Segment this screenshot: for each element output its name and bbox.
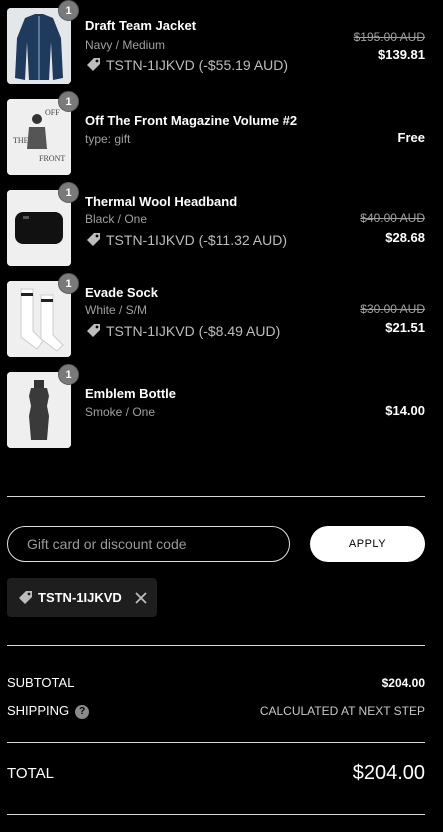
item-discount: TSTN-1IJKVD (-$55.19 AUD) [85,56,288,73]
product-image-sock [7,281,71,357]
total-value: $204.00 [352,762,425,784]
divider [7,645,425,646]
item-discount: TSTN-1IJKVD (-$8.49 AUD) [85,322,280,339]
tag-icon [17,589,34,606]
svg-text:FRONT: FRONT [39,154,65,163]
product-name: Draft Team Jacket [85,18,197,33]
product-variant: Navy / Medium [85,38,166,52]
product-image-headband [7,190,71,266]
item-price: Free [397,130,425,145]
help-icon[interactable]: ? [75,704,90,719]
svg-text:THE: THE [13,136,29,145]
total-label: TOTAL [7,765,54,782]
item-price: $139.81 [378,47,425,62]
item-price: $21.51 [385,320,425,335]
discount-code-input[interactable] [7,526,290,562]
product-image-magazine: OFF THE FRONT [7,99,71,175]
discount-label: TSTN-1IJKVD (-$55.19 AUD) [106,56,289,73]
product-name: Off The Front Magazine Volume #2 [85,113,298,128]
product-variant: Smoke / One [85,405,156,419]
product-name: Thermal Wool Headband [85,194,238,209]
product-variant: White / S/M [85,303,148,317]
discount-label: TSTN-1IJKVD (-$8.49 AUD) [106,322,281,339]
remove-discount-icon[interactable] [134,591,148,605]
apply-button[interactable]: APPLY [310,526,425,562]
tag-icon [85,231,102,248]
product-image-bottle [7,372,71,448]
quantity-badge: 1 [58,91,79,112]
divider [7,496,425,497]
shipping-value: CALCULATED AT NEXT STEP [259,704,425,718]
product-name: Emblem Bottle [85,386,177,401]
quantity-badge: 1 [58,0,79,21]
subtotal-label: SUBTOTAL [7,675,75,690]
shipping-label: SHIPPING [7,703,70,718]
item-discount: TSTN-1IJKVD (-$11.32 AUD) [85,231,287,248]
original-price: $195.00 AUD [353,30,425,44]
subtotal-value: $204.00 [381,676,425,690]
applied-code: TSTN-1IJKVD [38,590,122,605]
product-name: Evade Sock [85,285,158,300]
item-price: $28.68 [385,230,425,245]
divider [7,814,425,815]
shipping-row: SHIPPING? [7,703,90,719]
applied-discount-chip: TSTN-1IJKVD [7,578,157,617]
discount-label: TSTN-1IJKVD (-$11.32 AUD) [106,231,288,248]
product-variant: Black / One [85,212,148,226]
tag-icon [85,322,102,339]
tag-icon [85,56,102,73]
original-price: $40.00 AUD [360,211,425,225]
product-variant: type: gift [85,132,131,146]
product-image-jacket [7,8,71,84]
quantity-badge: 1 [58,182,79,203]
quantity-badge: 1 [58,364,79,385]
quantity-badge: 1 [58,273,79,294]
svg-text:OFF: OFF [45,108,60,117]
item-price: $14.00 [385,403,425,418]
divider [7,742,425,743]
original-price: $30.00 AUD [360,302,425,316]
